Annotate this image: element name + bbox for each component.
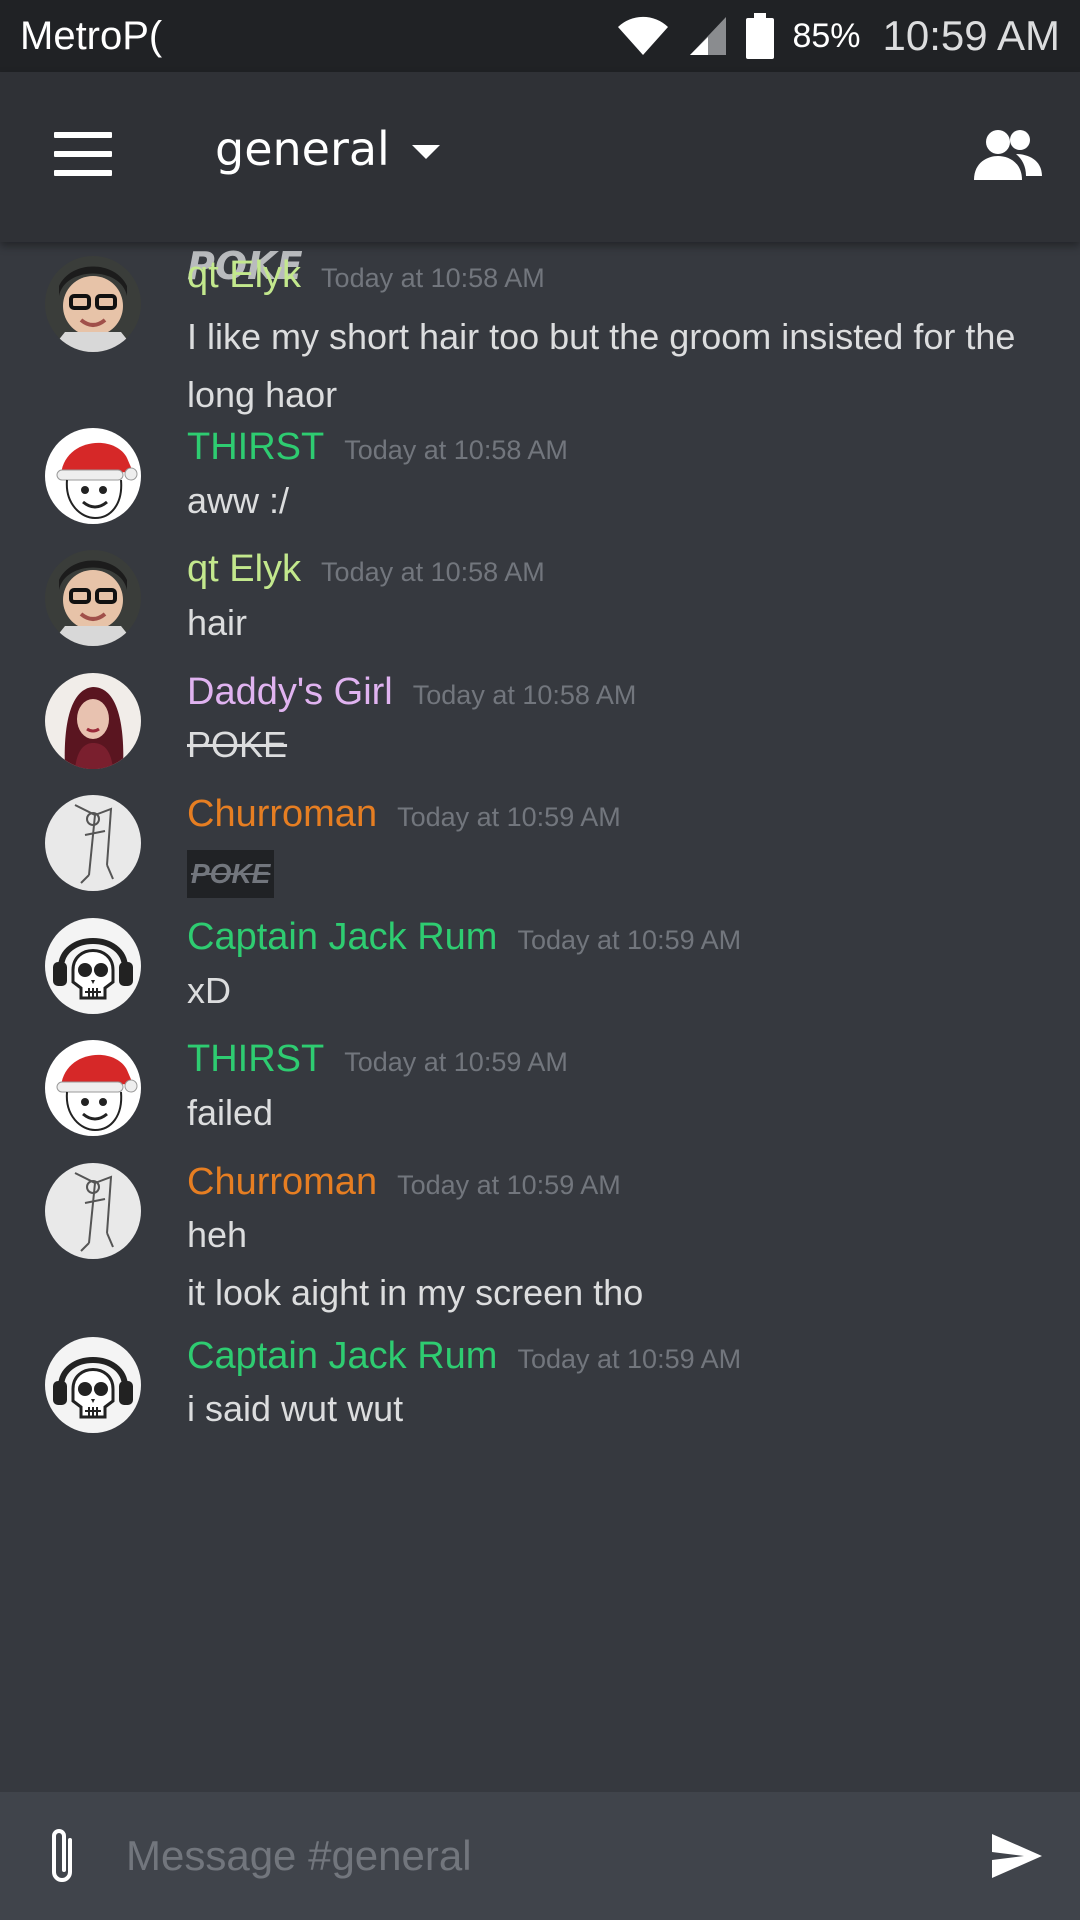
message-text: hair	[187, 602, 248, 643]
channel-selector[interactable]: general	[215, 122, 440, 176]
cell-signal-icon	[690, 17, 727, 55]
status-bar: MetroP( 85% 10:59 AM	[0, 0, 1080, 72]
message-timestamp: Today at 10:59 AM	[344, 1047, 568, 1077]
message-text: I like my short hair too but the groom i…	[187, 316, 1016, 415]
wifi-icon	[618, 16, 669, 55]
message-meta: qt Elyk Today at 10:58 AM	[187, 254, 545, 297]
message-timestamp: Today at 10:58 AM	[321, 557, 545, 587]
message-meta: Captain Jack Rum Today at 10:59 AM	[187, 1335, 741, 1378]
message-meta: qt Elyk Today at 10:58 AM	[187, 548, 545, 591]
avatar[interactable]	[45, 795, 141, 891]
avatar[interactable]	[45, 550, 141, 646]
status-icons: 85%	[616, 13, 861, 59]
message-author[interactable]: Daddy's Girl	[187, 671, 393, 714]
message-meta: Churroman Today at 10:59 AM	[187, 793, 621, 836]
message-text-inline: POKE	[187, 850, 275, 898]
carrier-name: MetroP(	[20, 13, 163, 58]
message-timestamp: Today at 10:59 AM	[397, 1170, 621, 1200]
message-timestamp: Today at 10:58 AM	[412, 680, 637, 710]
message-meta: Captain Jack Rum Today at 10:59 AM	[187, 916, 741, 959]
avatar[interactable]	[45, 256, 141, 352]
battery-icon	[746, 13, 775, 59]
message-timestamp: Today at 10:59 AM	[517, 925, 742, 955]
channel-header: general	[0, 72, 1080, 242]
message-author[interactable]: qt Elyk	[187, 254, 301, 297]
send-icon[interactable]	[990, 1832, 1044, 1880]
message-author[interactable]: Churroman	[187, 793, 377, 836]
message-text: heh	[187, 1214, 248, 1255]
avatar[interactable]	[45, 1337, 141, 1433]
members-icon[interactable]	[972, 124, 1044, 184]
avatar[interactable]	[45, 918, 141, 1014]
message-composer	[0, 1792, 1080, 1920]
avatar[interactable]	[45, 1163, 141, 1259]
message-author[interactable]: THIRST	[187, 1038, 324, 1081]
message-author[interactable]: Captain Jack Rum	[187, 1335, 497, 1378]
message-text: xD	[187, 970, 231, 1011]
message-timestamp: Today at 10:58 AM	[344, 435, 568, 465]
message-text: POKE	[187, 842, 1040, 900]
message-author[interactable]: Churroman	[187, 1161, 377, 1204]
paperclip-icon[interactable]	[44, 1826, 80, 1886]
message-text: i said wut wut	[187, 1388, 404, 1429]
avatar[interactable]	[45, 1040, 141, 1136]
message-author[interactable]: Captain Jack Rum	[187, 916, 497, 959]
hamburger-icon[interactable]	[54, 132, 112, 176]
clock: 10:59 AM	[882, 12, 1060, 59]
message-author[interactable]: qt Elyk	[187, 548, 301, 591]
message-author[interactable]: THIRST	[187, 426, 324, 469]
message-meta: Churroman Today at 10:59 AM	[187, 1161, 621, 1204]
message-text: it look aight in my screen tho	[187, 1272, 644, 1313]
avatar[interactable]	[45, 673, 141, 769]
message-meta: Daddy's Girl Today at 10:58 AM	[187, 671, 636, 714]
message-text: failed	[187, 1092, 274, 1133]
message-timestamp: Today at 10:58 AM	[321, 263, 545, 293]
message-list[interactable]: POKE qt Elyk Today at 10:58 AM I like my s…	[0, 242, 1080, 1792]
message-text: aww :/	[187, 480, 290, 521]
message-meta: THIRST Today at 10:59 AM	[187, 1038, 568, 1081]
caret-down-icon	[411, 145, 440, 159]
message-timestamp: Today at 10:59 AM	[517, 1344, 742, 1374]
message-timestamp: Today at 10:59 AM	[397, 802, 621, 832]
message-meta: THIRST Today at 10:58 AM	[187, 426, 568, 469]
channel-name: general	[215, 122, 390, 176]
message-text: POKE	[187, 724, 288, 765]
message-input[interactable]	[126, 1820, 946, 1892]
battery-percent: 85%	[792, 16, 861, 55]
avatar[interactable]	[45, 428, 141, 524]
